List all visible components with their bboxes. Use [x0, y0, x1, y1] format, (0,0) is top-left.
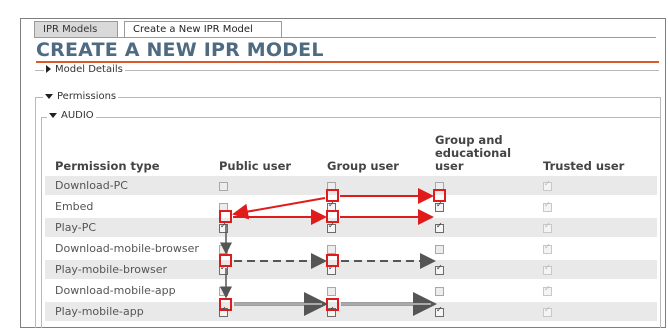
- permission-type-cell: Download-mobile-browser: [45, 238, 209, 260]
- public-checkbox[interactable]: [219, 181, 228, 191]
- table-row: Download-PC: [45, 176, 657, 197]
- group-edu-checkbox[interactable]: [435, 221, 444, 233]
- group_edu-cell: [425, 280, 533, 302]
- group_edu-cell: [425, 301, 533, 323]
- header-public-user: Public user: [219, 159, 292, 173]
- group-checkbox[interactable]: [327, 244, 336, 254]
- caret-right-icon: [46, 65, 51, 73]
- trusted-checkbox: [543, 284, 552, 296]
- group_edu-cell: [425, 238, 533, 260]
- trusted-cell: [533, 238, 657, 260]
- page-title: CREATE A NEW IPR MODEL: [36, 39, 324, 61]
- highlight-embed-group: [326, 189, 339, 202]
- permission-type-cell: Download-mobile-app: [45, 280, 209, 302]
- header-group-educational-user: Group and educational user: [425, 134, 533, 176]
- highlight-playmobileapp-group: [326, 298, 339, 311]
- tab-divider: [34, 37, 656, 38]
- group-checkbox[interactable]: [327, 221, 336, 233]
- group-edu-checkbox[interactable]: [435, 286, 444, 296]
- audio-label: AUDIO: [61, 110, 94, 121]
- permission-type-cell: Play-PC: [45, 217, 209, 239]
- permission-type-cell: Play-mobile-app: [45, 301, 209, 323]
- trusted-checkbox: [543, 221, 552, 233]
- permissions-toggle[interactable]: Permissions: [43, 91, 119, 102]
- table-row: Play-mobile-browser: [45, 259, 657, 281]
- table-row: Play-mobile-app: [45, 301, 657, 323]
- group-checkbox[interactable]: [327, 286, 336, 296]
- header-permission-type: Permission type: [55, 159, 160, 173]
- title-underline: [36, 61, 659, 63]
- top-strip: [0, 0, 668, 20]
- group-edu-checkbox[interactable]: [435, 244, 444, 254]
- group-edu-checkbox[interactable]: [435, 200, 444, 212]
- trusted-cell: [533, 217, 657, 239]
- tab-create-new-ipr-model[interactable]: Create a New IPR Model: [124, 21, 282, 38]
- public-checkbox[interactable]: [219, 286, 228, 296]
- trusted-cell: [533, 176, 657, 197]
- trusted-checkbox: [543, 305, 552, 317]
- header-group-educational-line1: Group and: [435, 133, 503, 147]
- highlight-playmobileapp-public: [219, 298, 232, 311]
- trusted-cell: [533, 301, 657, 323]
- trusted-checkbox: [543, 242, 552, 254]
- trusted-checkbox: [543, 179, 552, 191]
- permission-type-cell: Play-mobile-browser: [45, 259, 209, 281]
- highlight-playmobilebrowser-group: [326, 254, 339, 267]
- model-details-fieldset: [35, 70, 659, 72]
- tab-ipr-models[interactable]: IPR Models: [34, 21, 118, 37]
- group_edu-cell: [425, 217, 533, 239]
- permissions-label: Permissions: [57, 91, 117, 102]
- trusted-cell: [533, 280, 657, 302]
- model-details-label: Model Details: [55, 64, 123, 75]
- group-edu-checkbox[interactable]: [435, 263, 444, 275]
- table-row: Download-mobile-browser: [45, 238, 657, 260]
- permission-type-cell: Download-PC: [45, 176, 209, 197]
- group-edu-checkbox[interactable]: [435, 305, 444, 317]
- trusted-cell: [533, 259, 657, 281]
- public-cell: [209, 176, 317, 197]
- header-group-user: Group user: [327, 159, 399, 173]
- model-details-toggle[interactable]: Model Details: [44, 64, 125, 75]
- caret-down-icon: [49, 112, 57, 118]
- table-row: Play-PC: [45, 217, 657, 239]
- group_edu-cell: [425, 259, 533, 281]
- table-row: Embed: [45, 196, 657, 218]
- public-checkbox[interactable]: [219, 244, 228, 254]
- trusted-checkbox: [543, 263, 552, 275]
- permissions-table: Permission type Public user Group user G…: [45, 134, 657, 323]
- highlight-embed-group-edu: [433, 189, 446, 202]
- table-row: Download-mobile-app: [45, 280, 657, 302]
- trusted-cell: [533, 196, 657, 218]
- header-group-educational-line2: educational user: [435, 146, 512, 173]
- table-header-row: Permission type Public user Group user G…: [45, 134, 657, 176]
- highlight-playmobilebrowser-public: [219, 254, 232, 267]
- caret-down-icon: [45, 93, 53, 99]
- permission-type-cell: Embed: [45, 196, 209, 218]
- trusted-checkbox: [543, 200, 552, 212]
- highlight-playpc-public: [219, 210, 232, 223]
- public-checkbox[interactable]: [219, 221, 228, 233]
- highlight-playpc-group: [326, 210, 339, 223]
- audio-toggle[interactable]: AUDIO: [47, 110, 96, 121]
- header-trusted-user: Trusted user: [543, 159, 625, 173]
